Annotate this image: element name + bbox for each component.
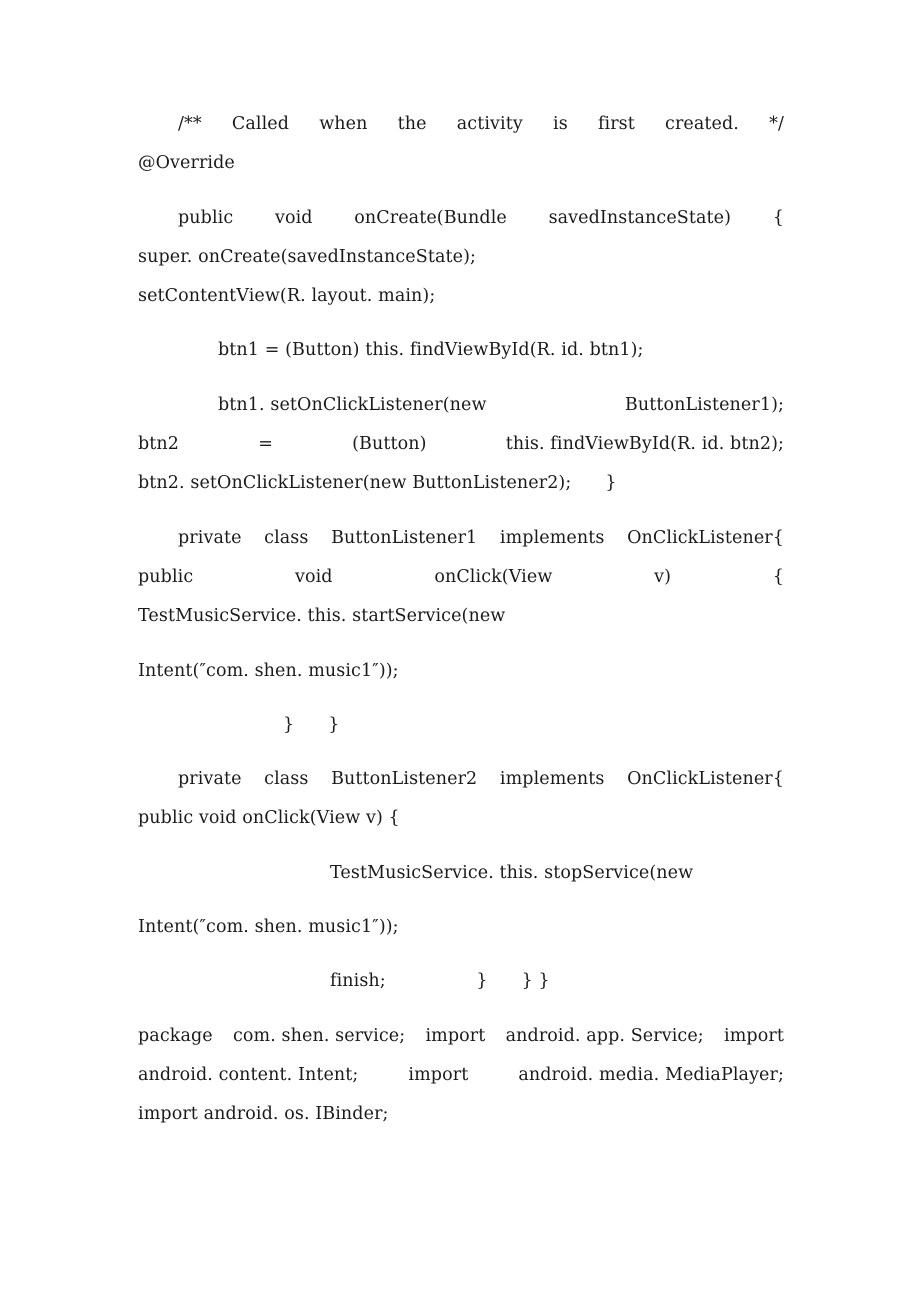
code-line: import android. os. IBinder; — [138, 1104, 389, 1125]
code-token: public — [138, 566, 194, 587]
code-token: ButtonListener1); — [624, 394, 784, 415]
code-token: this. findViewById(R. id. btn2); — [505, 434, 784, 455]
code-line: Intent(″com. shen. music1″)); — [138, 917, 399, 938]
code-token: created. — [665, 114, 739, 134]
code-line: public void onCreate(Bundle savedInstanc… — [138, 199, 784, 238]
code-token: is — [553, 114, 568, 134]
code-token: first — [597, 114, 635, 134]
code-token: btn1. setOnClickListener(new — [218, 394, 487, 415]
code-line: public void onClick(View v) { — [138, 808, 400, 829]
code-token: activity — [456, 114, 523, 134]
code-line: TestMusicService. this. stopService(new — [330, 862, 694, 883]
code-token: ButtonListener1 — [331, 527, 478, 548]
code-token: void — [294, 566, 333, 587]
code-token: v) — [654, 566, 672, 587]
code-block-listener1-close: } } — [138, 706, 784, 745]
code-line: btn2 = (Button) this. findViewById(R. id… — [138, 425, 784, 464]
code-line: super. onCreate(savedInstanceState); — [138, 246, 477, 267]
code-block-listener2-stop: TestMusicService. this. stopService(new — [138, 854, 784, 893]
code-line: } } — [283, 714, 340, 735]
code-token: android. media. MediaPlayer; — [518, 1064, 784, 1085]
code-token: when — [319, 114, 368, 134]
code-token: import — [724, 1025, 784, 1046]
code-block-listener2-intent: Intent(″com. shen. music1″)); — [138, 908, 784, 947]
code-line: private class ButtonListener1 implements… — [138, 519, 784, 558]
document-text-column: /** Called when the activity is first cr… — [138, 105, 784, 1135]
code-line: @Override — [138, 153, 235, 174]
code-token: { — [772, 207, 784, 228]
code-line: /** Called when the activity is first cr… — [138, 105, 784, 144]
code-line: public void onClick(View v) { — [138, 558, 784, 597]
code-line: btn2. setOnClickListener(new ButtonListe… — [138, 473, 617, 494]
code-token: onClick(View — [434, 566, 553, 587]
code-token: { — [772, 566, 784, 587]
code-token: implements — [499, 769, 605, 790]
code-line: finish; } } } — [330, 971, 550, 992]
code-line: Intent(″com. shen. music1″)); — [138, 660, 399, 681]
code-block-listener1-intent: Intent(″com. shen. music1″)); — [138, 652, 784, 691]
code-token: android. app. Service; — [505, 1025, 704, 1046]
code-token: public — [178, 207, 234, 228]
code-token: (Button) — [352, 434, 427, 455]
code-block-btn1-init: btn1 = (Button) this. findViewById(R. id… — [138, 331, 784, 370]
code-token: ButtonListener2 — [331, 769, 478, 790]
code-token: OnClickListener{ — [627, 769, 784, 790]
document-page: /** Called when the activity is first cr… — [0, 0, 920, 1302]
code-token: OnClickListener{ — [627, 527, 784, 548]
code-token: */ — [769, 114, 784, 134]
code-token: class — [264, 769, 309, 790]
code-token: implements — [499, 527, 605, 548]
code-token: btn2 — [138, 434, 180, 455]
code-line: android. content. Intent; import android… — [138, 1056, 784, 1095]
code-line: TestMusicService. this. startService(new — [138, 606, 506, 627]
code-block-oncreate: public void onCreate(Bundle savedInstanc… — [138, 199, 784, 317]
code-line: setContentView(R. layout. main); — [138, 286, 436, 307]
code-token: the — [397, 114, 427, 134]
code-line: btn1. setOnClickListener(new ButtonListe… — [138, 386, 784, 425]
code-token: com. shen. service; — [232, 1025, 406, 1046]
code-token: import — [408, 1064, 469, 1085]
code-token: = — [258, 434, 273, 455]
code-block-package-imports: package com. shen. service; import andro… — [138, 1017, 784, 1135]
code-token: import — [425, 1025, 486, 1046]
code-token: void — [274, 207, 313, 228]
code-token: private — [178, 527, 242, 548]
code-token: Called — [231, 114, 290, 134]
code-block-btn1-listener: btn1. setOnClickListener(new ButtonListe… — [138, 386, 784, 504]
code-token: private — [178, 769, 242, 790]
code-line: package com. shen. service; import andro… — [138, 1017, 784, 1056]
code-block-listener2-class: private class ButtonListener2 implements… — [138, 760, 784, 839]
code-token: package — [138, 1025, 213, 1046]
code-block-listener2-close: finish; } } } — [138, 962, 784, 1001]
code-line: private class ButtonListener2 implements… — [138, 760, 784, 799]
code-line: btn1 = (Button) this. findViewById(R. id… — [218, 340, 644, 361]
code-token: android. content. Intent; — [138, 1064, 359, 1085]
code-token: /** — [178, 114, 202, 134]
code-block-listener1-class: private class ButtonListener1 implements… — [138, 519, 784, 637]
code-block-comment-override: /** Called when the activity is first cr… — [138, 105, 784, 184]
code-token: savedInstanceState) — [548, 207, 732, 228]
code-token: class — [264, 527, 309, 548]
code-token: onCreate(Bundle — [354, 207, 507, 228]
